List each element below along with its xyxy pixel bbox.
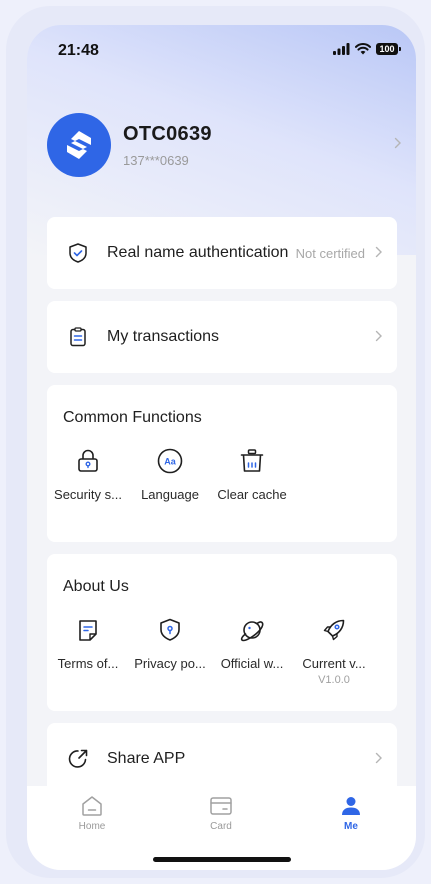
app-version: V1.0.0 xyxy=(318,674,350,686)
svg-text:Aa: Aa xyxy=(164,457,176,467)
about-us-card: About Us Terms of... Privacy po... Offic… xyxy=(47,554,397,711)
my-transactions-row[interactable]: My transactions xyxy=(47,301,397,373)
common-functions-card: Common Functions Security s... Aa Langua… xyxy=(47,385,397,542)
planet-icon xyxy=(238,616,266,644)
language-item[interactable]: Aa Language xyxy=(129,447,211,502)
chevron-right-icon[interactable] xyxy=(394,137,402,149)
section-title: Common Functions xyxy=(63,409,202,426)
clipboard-icon xyxy=(70,327,86,347)
app-screen: 21:48 100 OTC0639 137***0639 Real name a… xyxy=(27,25,416,870)
tab-label: Home xyxy=(78,821,106,832)
person-icon xyxy=(342,797,360,815)
rocket-icon xyxy=(320,616,348,644)
security-settings-item[interactable]: Security s... xyxy=(47,447,129,502)
grid-item-label: Language xyxy=(141,487,199,502)
lock-icon xyxy=(74,447,102,475)
grid-item-label: Clear cache xyxy=(217,487,287,502)
status-bar: 21:48 100 xyxy=(27,25,416,77)
grid-item-label: Current v... xyxy=(302,656,366,671)
current-version-item[interactable]: Current v... V1.0.0 xyxy=(293,616,375,686)
status-time: 21:48 xyxy=(58,42,99,59)
share-app-label: Share APP xyxy=(107,750,186,767)
terms-item[interactable]: Terms of... xyxy=(47,616,129,686)
common-functions-grid: Security s... Aa Language Clear cache xyxy=(47,447,397,502)
app-logo-icon xyxy=(67,131,91,159)
official-website-item[interactable]: Official w... xyxy=(211,616,293,686)
clear-cache-item[interactable]: Clear cache xyxy=(211,447,293,502)
real-name-auth-label: Real name authentication xyxy=(107,244,289,261)
chevron-right-icon xyxy=(375,330,382,342)
tab-label: Me xyxy=(344,821,358,832)
home-indicator[interactable] xyxy=(153,857,291,862)
profile-header[interactable]: OTC0639 137***0639 xyxy=(47,113,402,177)
tab-me[interactable]: Me xyxy=(311,794,391,832)
avatar[interactable] xyxy=(47,113,111,177)
language-icon: Aa xyxy=(156,447,184,475)
chevron-right-icon xyxy=(375,752,382,764)
shield-check-icon xyxy=(69,243,87,263)
share-app-row[interactable]: Share APP xyxy=(47,723,397,795)
phone-number: 137***0639 xyxy=(123,153,189,168)
chevron-right-icon xyxy=(375,246,382,258)
real-name-auth-row[interactable]: Real name authentication Not certified xyxy=(47,217,397,289)
grid-item-label: Official w... xyxy=(220,656,284,671)
tab-label: Card xyxy=(210,821,232,832)
status-icons: 100 xyxy=(333,43,401,55)
card-icon xyxy=(210,797,232,815)
share-icon xyxy=(68,749,88,768)
shield-lock-icon xyxy=(156,616,184,644)
privacy-policy-item[interactable]: Privacy po... xyxy=(129,616,211,686)
grid-item-label: Privacy po... xyxy=(134,656,206,671)
certification-status: Not certified xyxy=(295,246,365,261)
section-title: About Us xyxy=(63,578,129,595)
tab-card[interactable]: Card xyxy=(181,794,261,832)
about-us-grid: Terms of... Privacy po... Official w... … xyxy=(47,616,397,686)
battery-indicator: 100 xyxy=(376,43,401,55)
grid-item-label: Terms of... xyxy=(57,656,119,671)
username: OTC0639 xyxy=(123,123,212,145)
device-frame: 21:48 100 OTC0639 137***0639 Real name a… xyxy=(6,6,425,878)
grid-item-label: Security s... xyxy=(54,487,122,502)
my-transactions-label: My transactions xyxy=(107,328,220,345)
cellular-signal-icon xyxy=(333,43,350,55)
home-icon xyxy=(82,796,102,816)
wifi-icon xyxy=(355,43,371,55)
document-icon xyxy=(74,616,102,644)
tab-home[interactable]: Home xyxy=(52,794,132,832)
trash-icon xyxy=(238,447,266,475)
